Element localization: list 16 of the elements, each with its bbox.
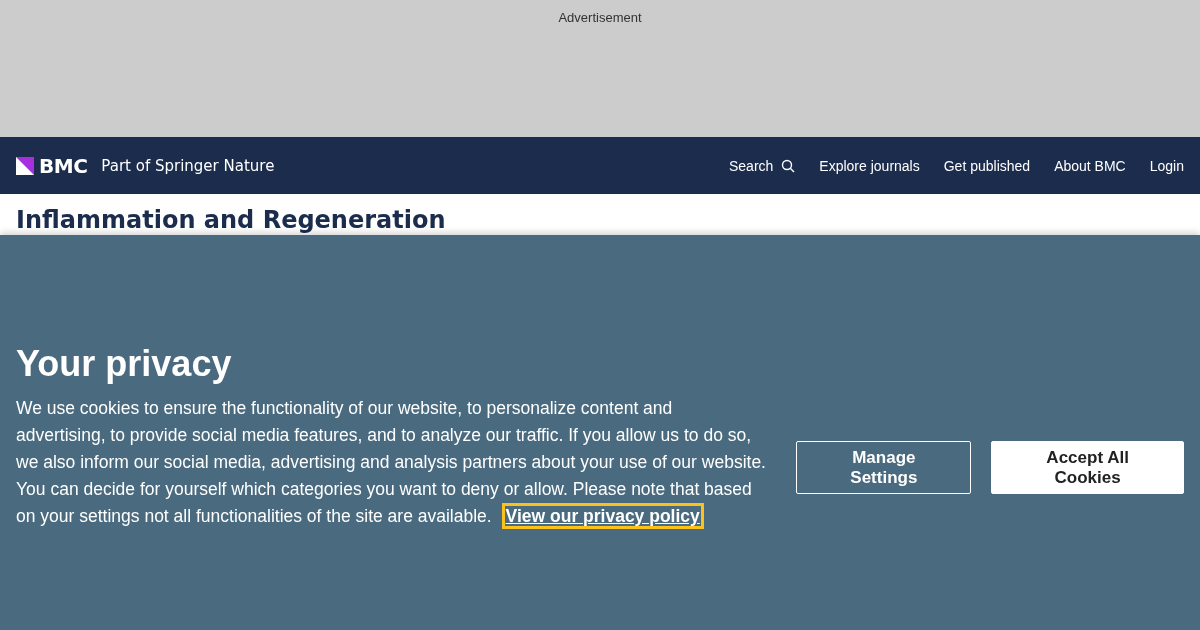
journal-title[interactable]: Inflammation and Regeneration bbox=[16, 204, 446, 236]
banner-text: We use cookies to ensure the functionality of our website, to personalize content and advertising, to provide social media features, and to analyze our traffic. If you allow us to do so, we also inform our social media, advertising and analysis partners about your use of our website. You can decide for yourself which categories you want to deny or allow. Please note that based on your settings not all functionalities of the site are available. View our privacy policy bbox=[16, 395, 767, 530]
banner-title: Your privacy bbox=[16, 343, 233, 385]
settings-button[interactable]: Manage Settings bbox=[796, 441, 972, 494]
logo-mark-icon bbox=[16, 156, 34, 175]
search-link[interactable]: Search bbox=[729, 157, 796, 174]
nav-link[interactable]: Explore journals bbox=[819, 157, 920, 174]
nav-link[interactable]: Login bbox=[1149, 157, 1184, 174]
tagline: Part of Springer Nature bbox=[101, 156, 275, 175]
nav-link[interactable]: About BMC bbox=[1054, 157, 1126, 174]
nav-link[interactable]: Get published bbox=[943, 157, 1031, 174]
logo-text[interactable]: BMC bbox=[39, 153, 88, 178]
search-icon bbox=[781, 158, 796, 173]
accept-button[interactable]: Accept All Cookies bbox=[991, 441, 1184, 494]
privacy-policy-link[interactable]: View our privacy policy bbox=[504, 506, 701, 526]
advertisement-label: Advertisement bbox=[558, 10, 642, 26]
